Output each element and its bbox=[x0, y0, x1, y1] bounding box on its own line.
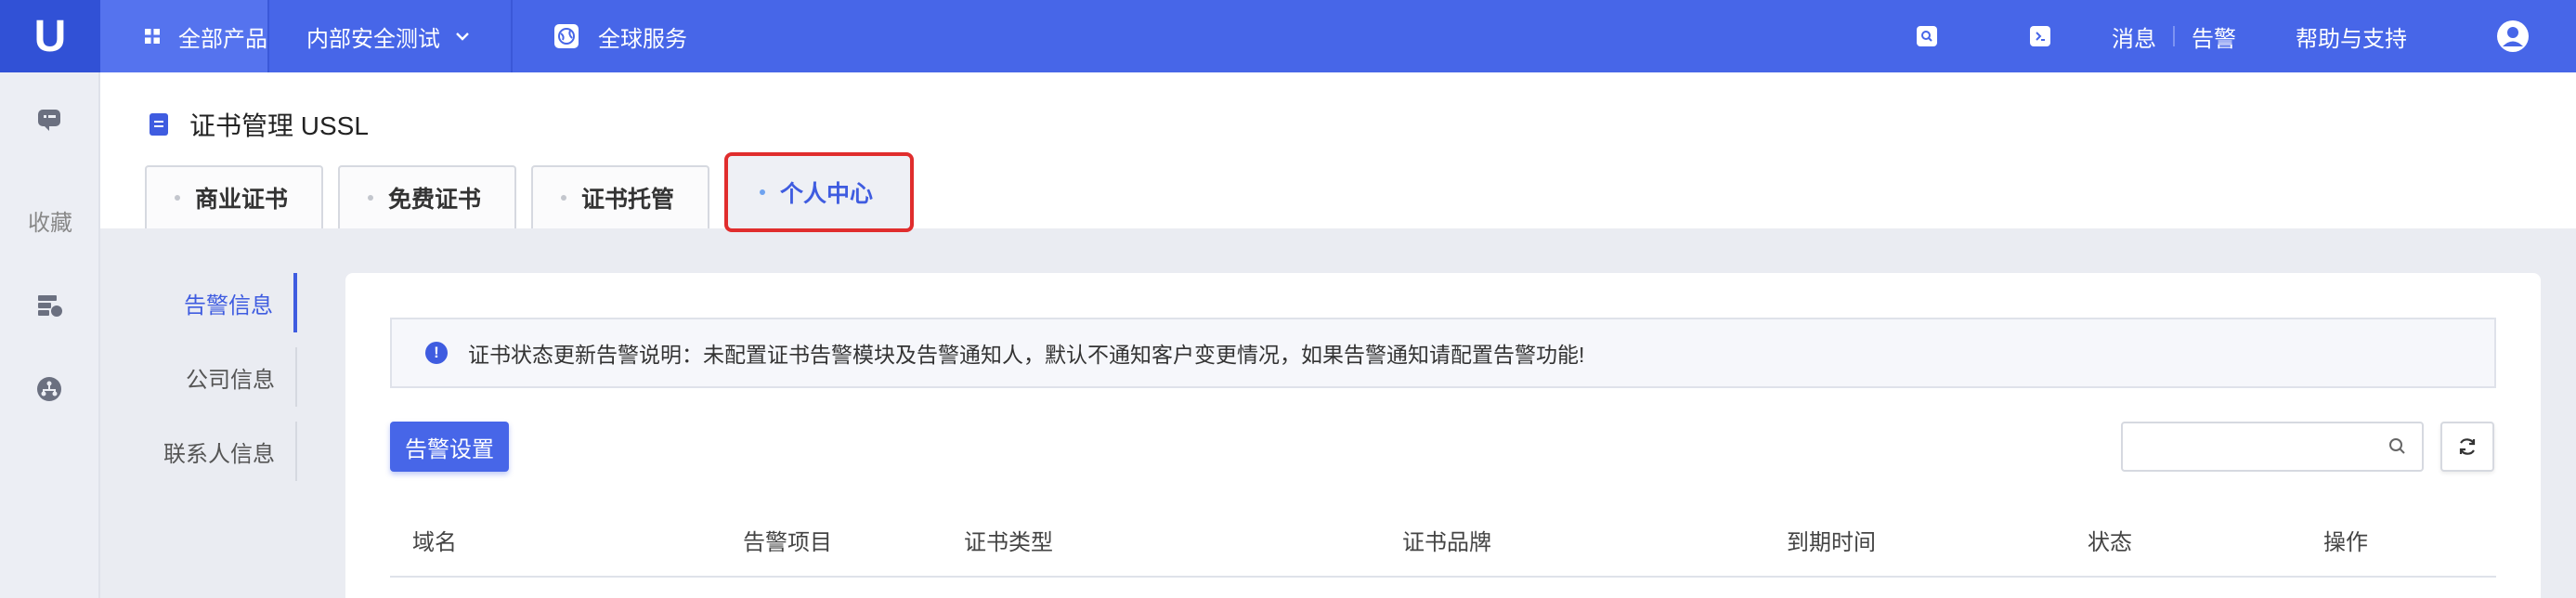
tab-label: 商业证书 bbox=[195, 187, 289, 213]
divider bbox=[2173, 26, 2175, 46]
search-icon[interactable] bbox=[1917, 26, 1937, 46]
tab-label: 免费证书 bbox=[388, 187, 482, 213]
tab-cert-hosting[interactable]: 证书托管 bbox=[531, 165, 710, 228]
left-rail: 收藏 bbox=[0, 72, 100, 598]
terminal-icon[interactable] bbox=[2030, 26, 2050, 46]
grid-icon bbox=[145, 29, 160, 44]
all-products-button[interactable]: 全部产品 bbox=[100, 0, 267, 72]
column-header[interactable]: 告警项目 bbox=[743, 524, 832, 556]
alert-settings-button[interactable]: 告警设置 bbox=[390, 422, 509, 472]
logo-text: U bbox=[33, 11, 67, 61]
content-panel: ! 证书状态更新告警说明：未配置证书告警模块及告警通知人，默认不通知客户变更情况… bbox=[345, 273, 2541, 598]
chat-icon[interactable] bbox=[35, 106, 63, 134]
page-title: 证书管理 USSL bbox=[189, 111, 369, 140]
certificate-icon bbox=[150, 113, 168, 136]
submenu-label: 公司信息 bbox=[186, 367, 275, 393]
tab-commercial-cert[interactable]: 商业证书 bbox=[145, 165, 324, 228]
info-icon: ! bbox=[425, 342, 448, 364]
submenu-label: 告警信息 bbox=[184, 292, 273, 318]
submenu-label: 联系人信息 bbox=[163, 441, 275, 467]
tab-dot bbox=[760, 189, 766, 195]
search-input[interactable] bbox=[2134, 423, 2385, 470]
table-header: 域名 告警项目 证书类型 证书品牌 到期时间 状态 操作 bbox=[390, 503, 2496, 578]
submenu-alert-info[interactable]: 告警信息 bbox=[100, 273, 297, 332]
global-service-label: 全球服务 bbox=[598, 26, 687, 52]
sub-menu: 告警信息 公司信息 联系人信息 bbox=[100, 228, 297, 598]
cloud-server-icon[interactable] bbox=[35, 292, 63, 319]
favorites-label[interactable]: 收藏 bbox=[0, 204, 100, 237]
project-selector[interactable]: 内部安全测试 bbox=[269, 0, 511, 72]
tab-personal-center[interactable]: 个人中心 bbox=[724, 152, 915, 232]
submenu-contact-info[interactable]: 联系人信息 bbox=[100, 422, 297, 481]
globe-icon bbox=[554, 24, 579, 48]
network-icon[interactable] bbox=[35, 375, 63, 403]
submenu-company-info[interactable]: 公司信息 bbox=[100, 347, 297, 407]
column-header[interactable]: 域名 bbox=[412, 524, 457, 556]
top-navbar: U 全部产品 内部安全测试 全球服务 消息 告警 帮助与支持 bbox=[0, 0, 2576, 72]
tab-dot bbox=[368, 195, 374, 201]
help-link[interactable]: 帮助与支持 bbox=[2296, 0, 2407, 72]
notice-text: 证书状态更新告警说明：未配置证书告警模块及告警通知人，默认不通知客户变更情况，如… bbox=[468, 343, 1585, 367]
page-header: 证书管理 USSL 商业证书 免费证书 证书托管 个人中心 bbox=[100, 72, 2576, 232]
column-header[interactable]: 证书类型 bbox=[964, 524, 1053, 556]
global-service-button[interactable]: 全球服务 bbox=[513, 0, 687, 72]
alerts-link[interactable]: 告警 bbox=[2192, 0, 2236, 72]
refresh-icon bbox=[2459, 438, 2476, 455]
column-header[interactable]: 证书品牌 bbox=[1402, 524, 1491, 556]
project-label: 内部安全测试 bbox=[306, 26, 440, 52]
notice-banner: ! 证书状态更新告警说明：未配置证书告警模块及告警通知人，默认不通知客户变更情况… bbox=[390, 318, 2496, 388]
chevron-down-icon bbox=[456, 32, 469, 41]
tab-label: 个人中心 bbox=[780, 181, 874, 207]
tab-dot bbox=[561, 195, 567, 201]
search-box bbox=[2121, 422, 2424, 472]
tab-label: 证书托管 bbox=[581, 187, 675, 213]
all-products-label: 全部产品 bbox=[178, 26, 267, 52]
tab-dot bbox=[175, 195, 180, 201]
refresh-button[interactable] bbox=[2440, 422, 2494, 472]
user-avatar-icon[interactable] bbox=[2496, 20, 2530, 53]
column-header[interactable]: 操作 bbox=[2323, 524, 2368, 556]
column-header[interactable]: 状态 bbox=[2088, 524, 2132, 556]
tab-free-cert[interactable]: 免费证书 bbox=[338, 165, 517, 228]
page-title-row: 证书管理 USSL bbox=[149, 106, 369, 143]
topbar-right: 消息 告警 帮助与支持 bbox=[1917, 0, 2576, 72]
search-icon[interactable] bbox=[2388, 437, 2407, 456]
brand-logo[interactable]: U bbox=[0, 0, 100, 72]
messages-link[interactable]: 消息 bbox=[2112, 0, 2156, 72]
column-header[interactable]: 到期时间 bbox=[1787, 524, 1876, 556]
tab-bar: 商业证书 免费证书 证书托管 个人中心 bbox=[145, 152, 929, 232]
